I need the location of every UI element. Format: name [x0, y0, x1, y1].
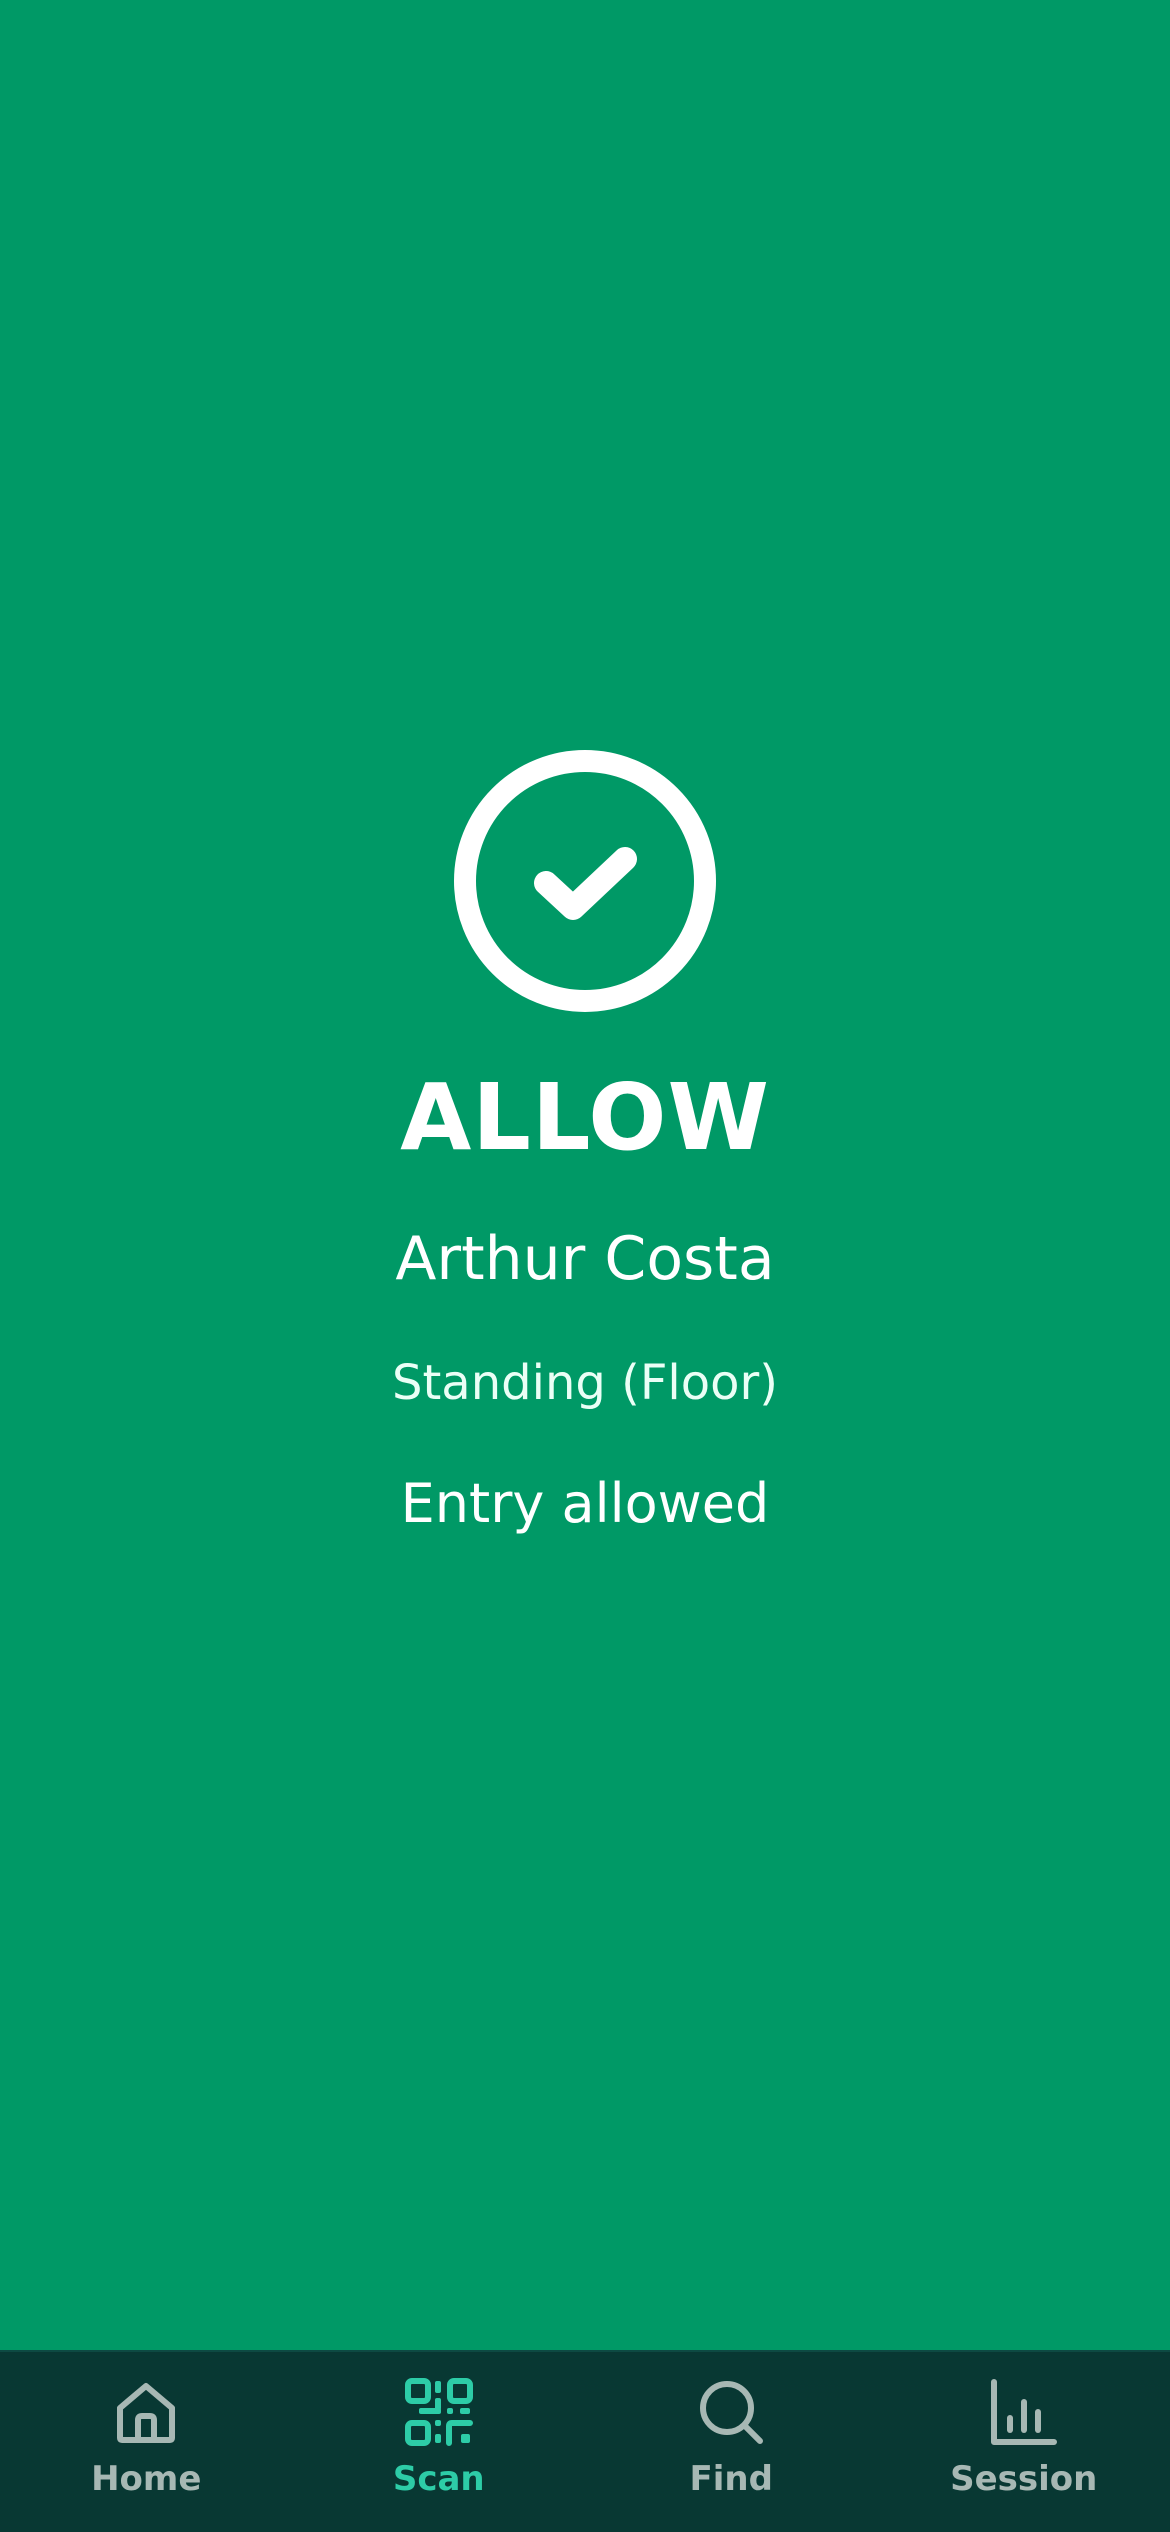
- tab-scan[interactable]: Scan: [293, 2352, 586, 2532]
- scan-result: ALLOW Arthur Costa Standing (Floor) Entr…: [0, 748, 1170, 1531]
- home-icon: [117, 2383, 176, 2443]
- tab-session[interactable]: Session: [878, 2352, 1170, 2532]
- tab-home[interactable]: Home: [0, 2352, 293, 2532]
- ticket-type: Standing (Floor): [392, 1355, 778, 1411]
- bar-chart-icon: [990, 2379, 1057, 2445]
- search-icon: [700, 2381, 764, 2444]
- check-circle-icon: [454, 750, 716, 1012]
- scan-result-screen: ALLOW Arthur Costa Standing (Floor) Entr…: [0, 0, 1170, 2350]
- result-message: Entry allowed: [400, 1472, 770, 1535]
- qr-code-icon: [404, 2378, 473, 2446]
- tab-find[interactable]: Find: [585, 2352, 878, 2532]
- tab-home-label: Home: [91, 2459, 202, 2499]
- tab-find-label: Find: [689, 2459, 773, 2499]
- tab-scan-label: Scan: [392, 2459, 485, 2499]
- bottom-tab-bar: Home Scan Find Session: [0, 2350, 1170, 2532]
- result-status: ALLOW: [400, 1064, 770, 1171]
- attendee-name: Arthur Costa: [395, 1224, 775, 1294]
- tab-session-label: Session: [950, 2459, 1098, 2499]
